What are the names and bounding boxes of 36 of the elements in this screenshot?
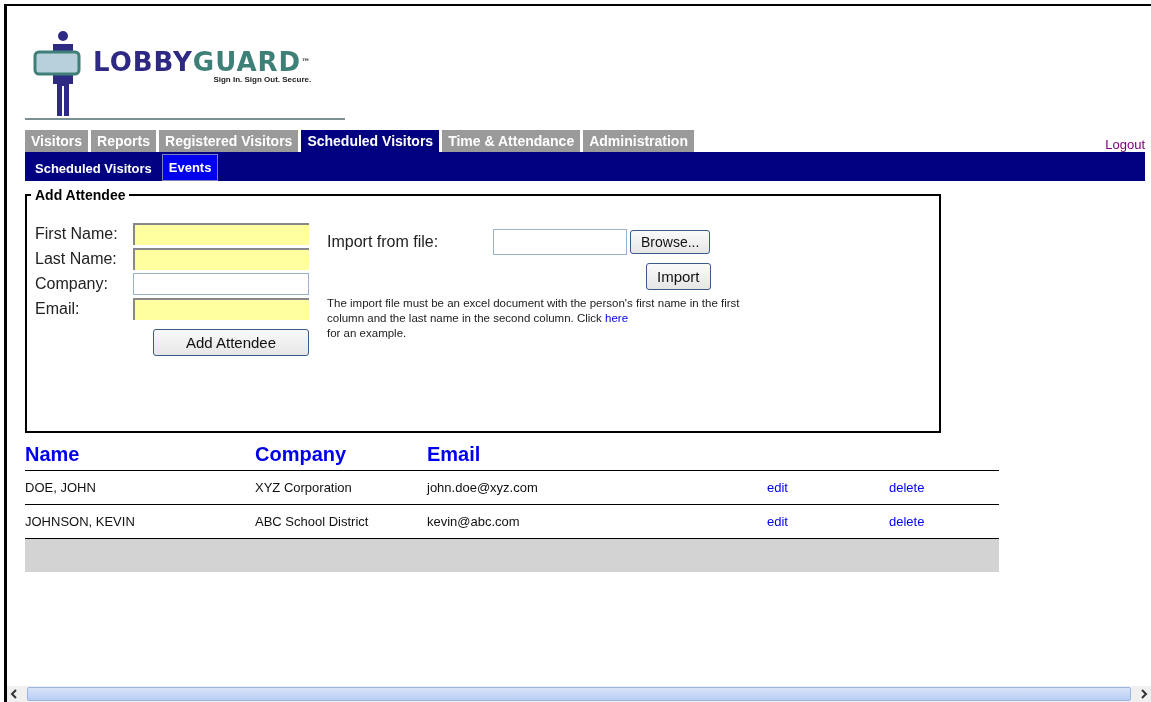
text-field[interactable] xyxy=(133,223,309,245)
file-path-field[interactable] xyxy=(493,229,627,255)
edit-link[interactable]: edit xyxy=(767,480,788,495)
table-cell: ABC School District xyxy=(255,514,369,529)
field-label: Company: xyxy=(35,275,109,293)
logout-link[interactable]: Logout xyxy=(1105,137,1145,152)
panel-title: Add Attendee xyxy=(34,187,127,203)
field-label: Email: xyxy=(35,300,81,318)
add-attendee-button[interactable]: Add Attendee xyxy=(153,329,309,356)
table-cell: john.doe@xyz.com xyxy=(427,480,538,495)
column-header: Email xyxy=(427,443,481,465)
import-button[interactable]: Import xyxy=(646,263,711,290)
delete-link[interactable]: delete xyxy=(889,480,925,495)
text-field[interactable] xyxy=(133,298,309,320)
text-field[interactable] xyxy=(133,248,309,270)
table-cell: DOE, JOHN xyxy=(25,480,96,495)
field-label: First Name: xyxy=(35,225,119,243)
table-cell: JOHNSON, KEVIN xyxy=(25,514,135,529)
text-field[interactable] xyxy=(133,273,309,295)
table-cell: kevin@abc.com xyxy=(427,514,520,529)
import-help-text: The import file must be an excel document with the person's first name in the first column and the last name in the second column. Click here for an example. xyxy=(327,296,741,341)
sub-tab[interactable]: Scheduled Visitors xyxy=(29,156,158,181)
logo-tagline: Sign In. Sign Out. Secure. xyxy=(213,75,312,84)
nav-tab[interactable]: Scheduled Visitors xyxy=(301,130,440,152)
column-header: Company xyxy=(255,443,347,465)
sub-tab[interactable]: Events xyxy=(161,154,219,181)
delete-link[interactable]: delete xyxy=(889,514,925,529)
browse-button[interactable]: Browse... xyxy=(630,230,711,254)
import-label: Import from file: xyxy=(327,233,440,251)
horizontal-scrollbar[interactable] xyxy=(7,686,1151,702)
example-link[interactable]: here xyxy=(605,312,629,324)
field-label: Last Name: xyxy=(35,250,118,268)
table-cell: XYZ Corporation xyxy=(255,480,352,495)
logo-wordmark: LOBBYGUARD™ xyxy=(93,49,312,75)
edit-link[interactable]: edit xyxy=(767,514,788,529)
column-header: Name xyxy=(25,443,80,465)
